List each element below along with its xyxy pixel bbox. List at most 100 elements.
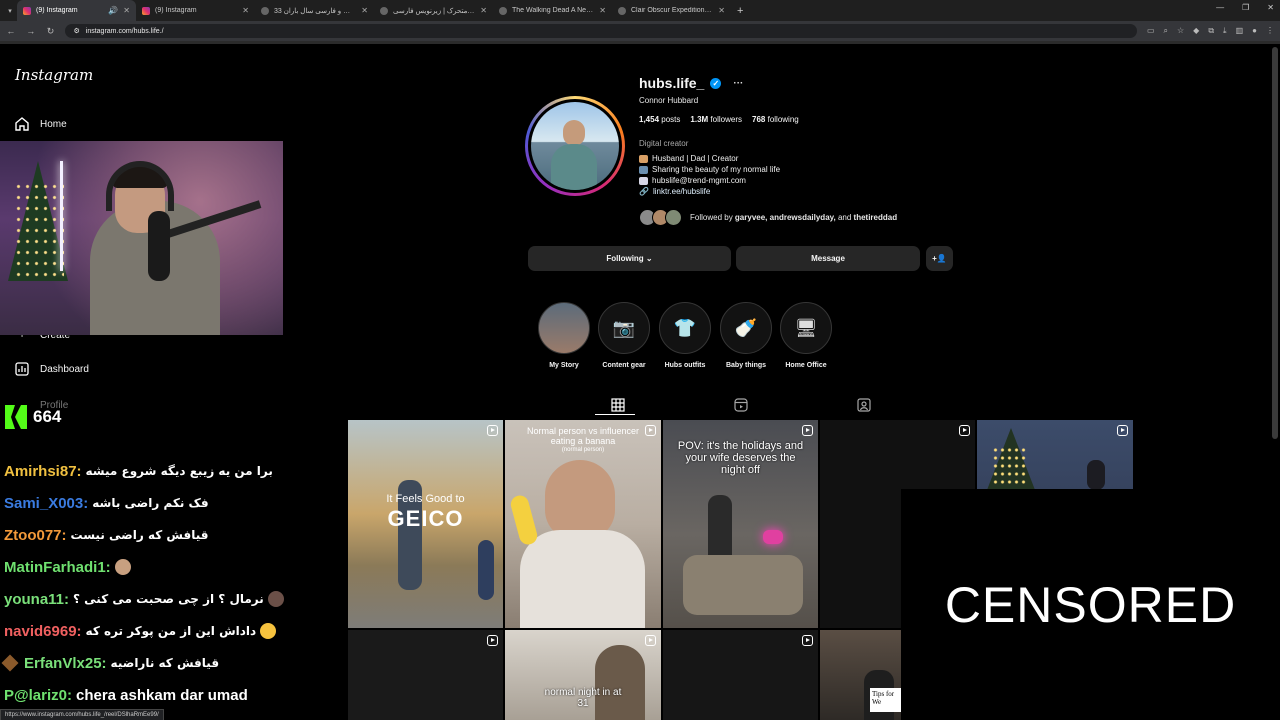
- post-caption: normal night in at 31: [544, 687, 622, 709]
- highlight-cover: [538, 302, 590, 354]
- extension-icon[interactable]: ◆: [1193, 26, 1199, 36]
- profile-username: hubs.life_: [639, 75, 705, 91]
- profile-link[interactable]: linktr.ee/hubslife: [653, 186, 710, 197]
- chevron-down-icon: ⌄: [645, 254, 653, 263]
- post-tile[interactable]: POV: it's the holidays and your wife des…: [663, 420, 818, 628]
- restore-icon[interactable]: ❐: [1242, 3, 1249, 12]
- highlight-content-gear[interactable]: 📷 Content gear: [598, 302, 650, 369]
- highlight-baby-things[interactable]: 🍼 Baby things: [720, 302, 772, 369]
- tab-posts-grid-icon[interactable]: [611, 398, 625, 412]
- reel-icon: [802, 635, 813, 646]
- tab-close-icon[interactable]: ✕: [123, 6, 130, 15]
- menu-dots-icon[interactable]: ⋮: [1266, 26, 1274, 36]
- reel-icon: [802, 425, 813, 436]
- post-tile[interactable]: It Feels Good to GEICO: [348, 420, 503, 628]
- instagram-favicon-icon: [142, 6, 150, 15]
- censored-overlay: CENSORED: [901, 489, 1280, 720]
- following-button[interactable]: Following ⌄: [528, 246, 731, 271]
- active-tab-indicator: [595, 414, 635, 415]
- address-bar-row: ← → ↻ ⚙ instagram.com/hubs.life./ ▭ ⌕ ☆ …: [0, 21, 1280, 41]
- sidebar-item-dashboard[interactable]: Dashboard: [14, 361, 89, 377]
- viewer-counter: 664: [5, 405, 61, 429]
- tab-audio-icon[interactable]: 🔊: [108, 6, 118, 15]
- kick-logo-icon: [5, 405, 27, 429]
- forward-icon[interactable]: →: [26, 26, 36, 36]
- bookmark-star-icon[interactable]: ☆: [1177, 26, 1184, 36]
- profile-avatar-icon[interactable]: ●: [1252, 26, 1257, 36]
- cast-icon[interactable]: ▭: [1147, 26, 1155, 36]
- post-tile[interactable]: Tips for We: [820, 630, 901, 720]
- browser-tab[interactable]: مردگان متحرک | زیرنویس فارسی ... ✕: [374, 0, 493, 21]
- site-info-icon[interactable]: ⚙: [73, 27, 79, 35]
- post-tile[interactable]: normal night in at 31: [505, 630, 661, 720]
- follower-avatar: [665, 209, 682, 226]
- dashboard-icon: [14, 361, 30, 377]
- page-scrollbar[interactable]: [1272, 47, 1278, 439]
- tab-close-icon[interactable]: ✕: [599, 6, 606, 15]
- minimize-icon[interactable]: —: [1216, 3, 1224, 12]
- sidepanel-icon[interactable]: ▥: [1236, 26, 1244, 36]
- following-stat[interactable]: 768 following: [752, 115, 799, 124]
- highlight-hubs-outfits[interactable]: 👕 Hubs outfits: [659, 302, 711, 369]
- verified-badge-icon: ✓: [710, 77, 722, 89]
- instagram-favicon-icon: [23, 6, 31, 15]
- browser-tab[interactable]: The Walking Dead A New Fron... ✕: [493, 0, 612, 21]
- tab-search-icon[interactable]: ▾: [3, 4, 17, 18]
- zoom-icon[interactable]: ⌕: [1164, 26, 1168, 36]
- bio-line: Husband | Dad | Creator: [652, 154, 739, 163]
- tab-tagged-icon[interactable]: [857, 398, 871, 412]
- profile-avatar[interactable]: [525, 96, 625, 196]
- followers-stat[interactable]: 1.3M followers: [690, 115, 742, 124]
- browser-tab[interactable]: (9) Instagram ✕: [136, 0, 255, 21]
- tab-close-icon[interactable]: ✕: [361, 6, 368, 15]
- tab-close-icon[interactable]: ✕: [242, 6, 249, 15]
- tab-title: The Walking Dead A New Fron...: [512, 7, 594, 14]
- chat-text: فک نکم راضی باشه: [92, 496, 209, 510]
- puzzle-icon[interactable]: ⧉: [1208, 26, 1214, 36]
- chat-text: برا من یه زیبع دیگه شروع میشه: [85, 464, 273, 478]
- chat-message: Amirhsi87: برا من یه زیبع دیگه شروع میشه: [4, 455, 304, 487]
- chat-emote-icon: [267, 591, 284, 607]
- tab-close-icon[interactable]: ✕: [480, 6, 487, 15]
- tab-close-icon[interactable]: ✕: [718, 6, 725, 15]
- stream-chat: Amirhsi87: برا من یه زیبع دیگه شروع میشه…: [1, 455, 304, 711]
- chat-text: قیافش که راضی نیست: [70, 528, 209, 542]
- post-tile[interactable]: [663, 630, 818, 720]
- shirt-icon: 👕: [659, 302, 711, 354]
- close-window-icon[interactable]: ✕: [1267, 3, 1274, 12]
- browser-tab[interactable]: Clair Obscur Expedition 33 [TY... ✕: [612, 0, 731, 21]
- chat-text: chera ashkam dar umad: [75, 686, 248, 704]
- url-input[interactable]: ⚙ instagram.com/hubs.life./: [65, 24, 1137, 38]
- profile-photo: [531, 102, 619, 190]
- laughing-emoji-icon: [260, 623, 277, 639]
- browser-tab[interactable]: (9) Instagram 🔊 ✕: [17, 0, 136, 21]
- new-tab-button[interactable]: +: [737, 5, 743, 17]
- tab-title: Clair Obscur Expedition 33 [TY...: [631, 7, 713, 14]
- highlight-home-office[interactable]: 🖥 Home Office: [780, 302, 832, 369]
- followed-by[interactable]: Followed by garyvee, andrewsdailyday, an…: [639, 209, 897, 226]
- toolbar-icons: ▭ ⌕ ☆ ◆ ⧉ ⤓ ▥ ● ⋮: [1147, 26, 1274, 36]
- sidebar-item-home[interactable]: Home: [14, 116, 67, 132]
- chat-text: داداش این از من پوکر تره که: [85, 624, 257, 638]
- envelope-emoji-icon: [639, 176, 648, 185]
- browser-tab[interactable]: زیرنویس و فارسی سال باران 33 ... ✕: [255, 0, 374, 21]
- post-tile[interactable]: [348, 630, 503, 720]
- instagram-logo[interactable]: Instagram: [15, 66, 93, 84]
- back-icon[interactable]: ←: [6, 26, 16, 36]
- reel-icon: [487, 425, 498, 436]
- message-button[interactable]: Message: [736, 246, 920, 271]
- post-subcaption: (normal person): [561, 447, 605, 453]
- download-icon[interactable]: ⤓: [1223, 26, 1227, 36]
- more-options-icon[interactable]: ···: [733, 78, 743, 89]
- suggest-user-button[interactable]: +👤: [926, 246, 953, 271]
- chat-message: youna11: نرمال ؟ از چی صحبت می کنی ؟: [4, 583, 304, 615]
- tab-reels-icon[interactable]: [734, 398, 748, 412]
- post-tile[interactable]: Normal person vs influencer eating a ban…: [505, 420, 661, 628]
- profile-tabs: [348, 396, 1133, 416]
- post-caption: It Feels Good to: [386, 493, 465, 505]
- highlight-my-story[interactable]: My Story: [538, 302, 590, 369]
- reload-icon[interactable]: ↻: [46, 26, 56, 37]
- chat-username: youna11:: [4, 590, 70, 608]
- chat-username: P@lariz0:: [4, 686, 72, 704]
- family-emoji-icon: [639, 154, 648, 163]
